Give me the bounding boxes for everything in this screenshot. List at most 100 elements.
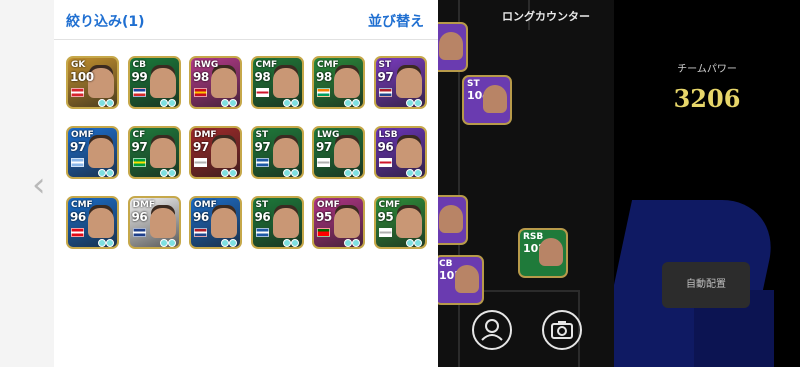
rating-value: 100	[70, 70, 94, 84]
rating-value: 96	[377, 140, 394, 154]
player-card[interactable]: CMF 96	[66, 196, 119, 249]
skill-dots-icon	[98, 169, 114, 177]
auto-arrange-button[interactable]: 自動配置	[662, 262, 750, 308]
skill-dots-icon	[344, 169, 360, 177]
player-face	[334, 138, 360, 168]
player-face	[439, 32, 463, 60]
player-face	[211, 208, 237, 238]
skill-dots-icon	[344, 239, 360, 247]
skill-dots-icon	[159, 99, 176, 107]
skill-dots-icon	[282, 239, 299, 247]
player-face	[211, 68, 237, 98]
player-card[interactable]: ST 97	[373, 56, 427, 109]
team-info-panel: チームパワー 3206 自動配置	[614, 0, 800, 367]
filter-button[interactable]: 絞り込み(1)	[66, 11, 145, 31]
position-label: CF	[132, 130, 146, 140]
skill-dots-icon	[282, 169, 299, 177]
panel-header: 絞り込み(1) 並び替え	[54, 0, 438, 40]
player-face	[149, 68, 176, 98]
chevron-left-icon[interactable]: ‹	[32, 168, 46, 202]
player-face	[149, 138, 176, 168]
team-power-label: チームパワー	[677, 64, 737, 75]
player-face	[483, 85, 507, 113]
player-face	[539, 238, 563, 266]
nation-flag-icon	[132, 228, 146, 237]
player-face	[211, 138, 237, 168]
person-icon	[481, 319, 503, 341]
rating-value: 98	[254, 70, 271, 84]
player-card[interactable]: OMF 97	[66, 126, 119, 179]
nation-flag-icon	[255, 88, 269, 97]
skill-dots-icon	[344, 99, 360, 107]
player-card[interactable]: ST 96	[250, 196, 304, 249]
nation-flag-icon	[132, 158, 146, 167]
nation-flag-icon	[317, 88, 330, 97]
skill-dots-icon	[159, 239, 176, 247]
position-label: RSB	[523, 232, 544, 242]
player-face	[455, 265, 479, 293]
player-face	[88, 138, 114, 168]
position-label: CMF	[255, 60, 278, 70]
player-card[interactable]: LWG 97	[312, 126, 365, 179]
screenshot-button[interactable]	[542, 310, 582, 350]
formation-style-label: ロングカウンター	[502, 10, 590, 23]
player-face	[272, 138, 299, 168]
nation-flag-icon	[317, 228, 330, 237]
skill-dots-icon	[159, 169, 176, 177]
nation-flag-icon	[194, 228, 207, 237]
position-label: ST	[467, 79, 480, 89]
sort-button[interactable]: 並び替え	[368, 11, 424, 31]
rating-value: 97	[70, 140, 86, 154]
field-player-card[interactable]	[438, 22, 468, 72]
position-label: CMF	[317, 60, 339, 70]
field-player-card[interactable]	[438, 195, 468, 245]
player-face	[334, 208, 360, 238]
nation-flag-icon	[71, 228, 84, 237]
rating-value: 96	[131, 210, 148, 224]
field-player-card[interactable]: ST 104	[462, 75, 512, 125]
player-face	[395, 138, 422, 168]
player-card[interactable]: DMF 97	[189, 126, 242, 179]
rating-value: 98	[193, 70, 209, 84]
position-label: CMF	[71, 200, 93, 210]
player-card[interactable]: LSB 96	[373, 126, 427, 179]
skill-dots-icon	[98, 239, 114, 247]
skill-dots-icon	[98, 99, 114, 107]
position-label: OMF	[71, 130, 94, 140]
skill-dots-icon	[221, 169, 237, 177]
skill-dots-icon	[221, 99, 237, 107]
position-label: ST	[255, 130, 269, 140]
nation-flag-icon	[378, 88, 392, 97]
player-face	[439, 205, 463, 233]
rating-value: 96	[193, 210, 209, 224]
player-card[interactable]: CB 99	[127, 56, 181, 109]
position-label: OMF	[194, 200, 217, 210]
nation-flag-icon	[255, 158, 269, 167]
nation-flag-icon	[317, 158, 330, 167]
rating-value: 95	[377, 210, 394, 224]
player-card[interactable]: CMF 98	[250, 56, 304, 109]
player-card[interactable]: CMF 95	[373, 196, 427, 249]
skill-dots-icon	[405, 99, 422, 107]
player-card[interactable]: CMF 98	[312, 56, 365, 109]
player-face	[395, 208, 422, 238]
rating-value: 97	[377, 70, 394, 84]
player-card[interactable]: DMF 96	[127, 196, 181, 249]
player-card[interactable]: OMF 96	[189, 196, 242, 249]
player-card[interactable]: RWG 98	[189, 56, 242, 109]
position-label: RWG	[194, 60, 219, 70]
player-card[interactable]: CF 97	[127, 126, 181, 179]
rating-value: 97	[193, 140, 209, 154]
field-player-card[interactable]: RSB 102	[518, 228, 568, 278]
player-card[interactable]: OMF 95	[312, 196, 365, 249]
player-card[interactable]: ST 97	[250, 126, 304, 179]
field-player-card[interactable]: CB 105	[438, 255, 484, 305]
skill-dots-icon	[221, 239, 237, 247]
left-margin	[0, 0, 54, 367]
player-button[interactable]	[472, 310, 512, 350]
skill-dots-icon	[405, 239, 422, 247]
rating-value: 96	[70, 210, 86, 224]
player-card[interactable]: GK 100	[66, 56, 119, 109]
rating-value: 96	[254, 210, 271, 224]
position-label: DMF	[132, 200, 156, 210]
